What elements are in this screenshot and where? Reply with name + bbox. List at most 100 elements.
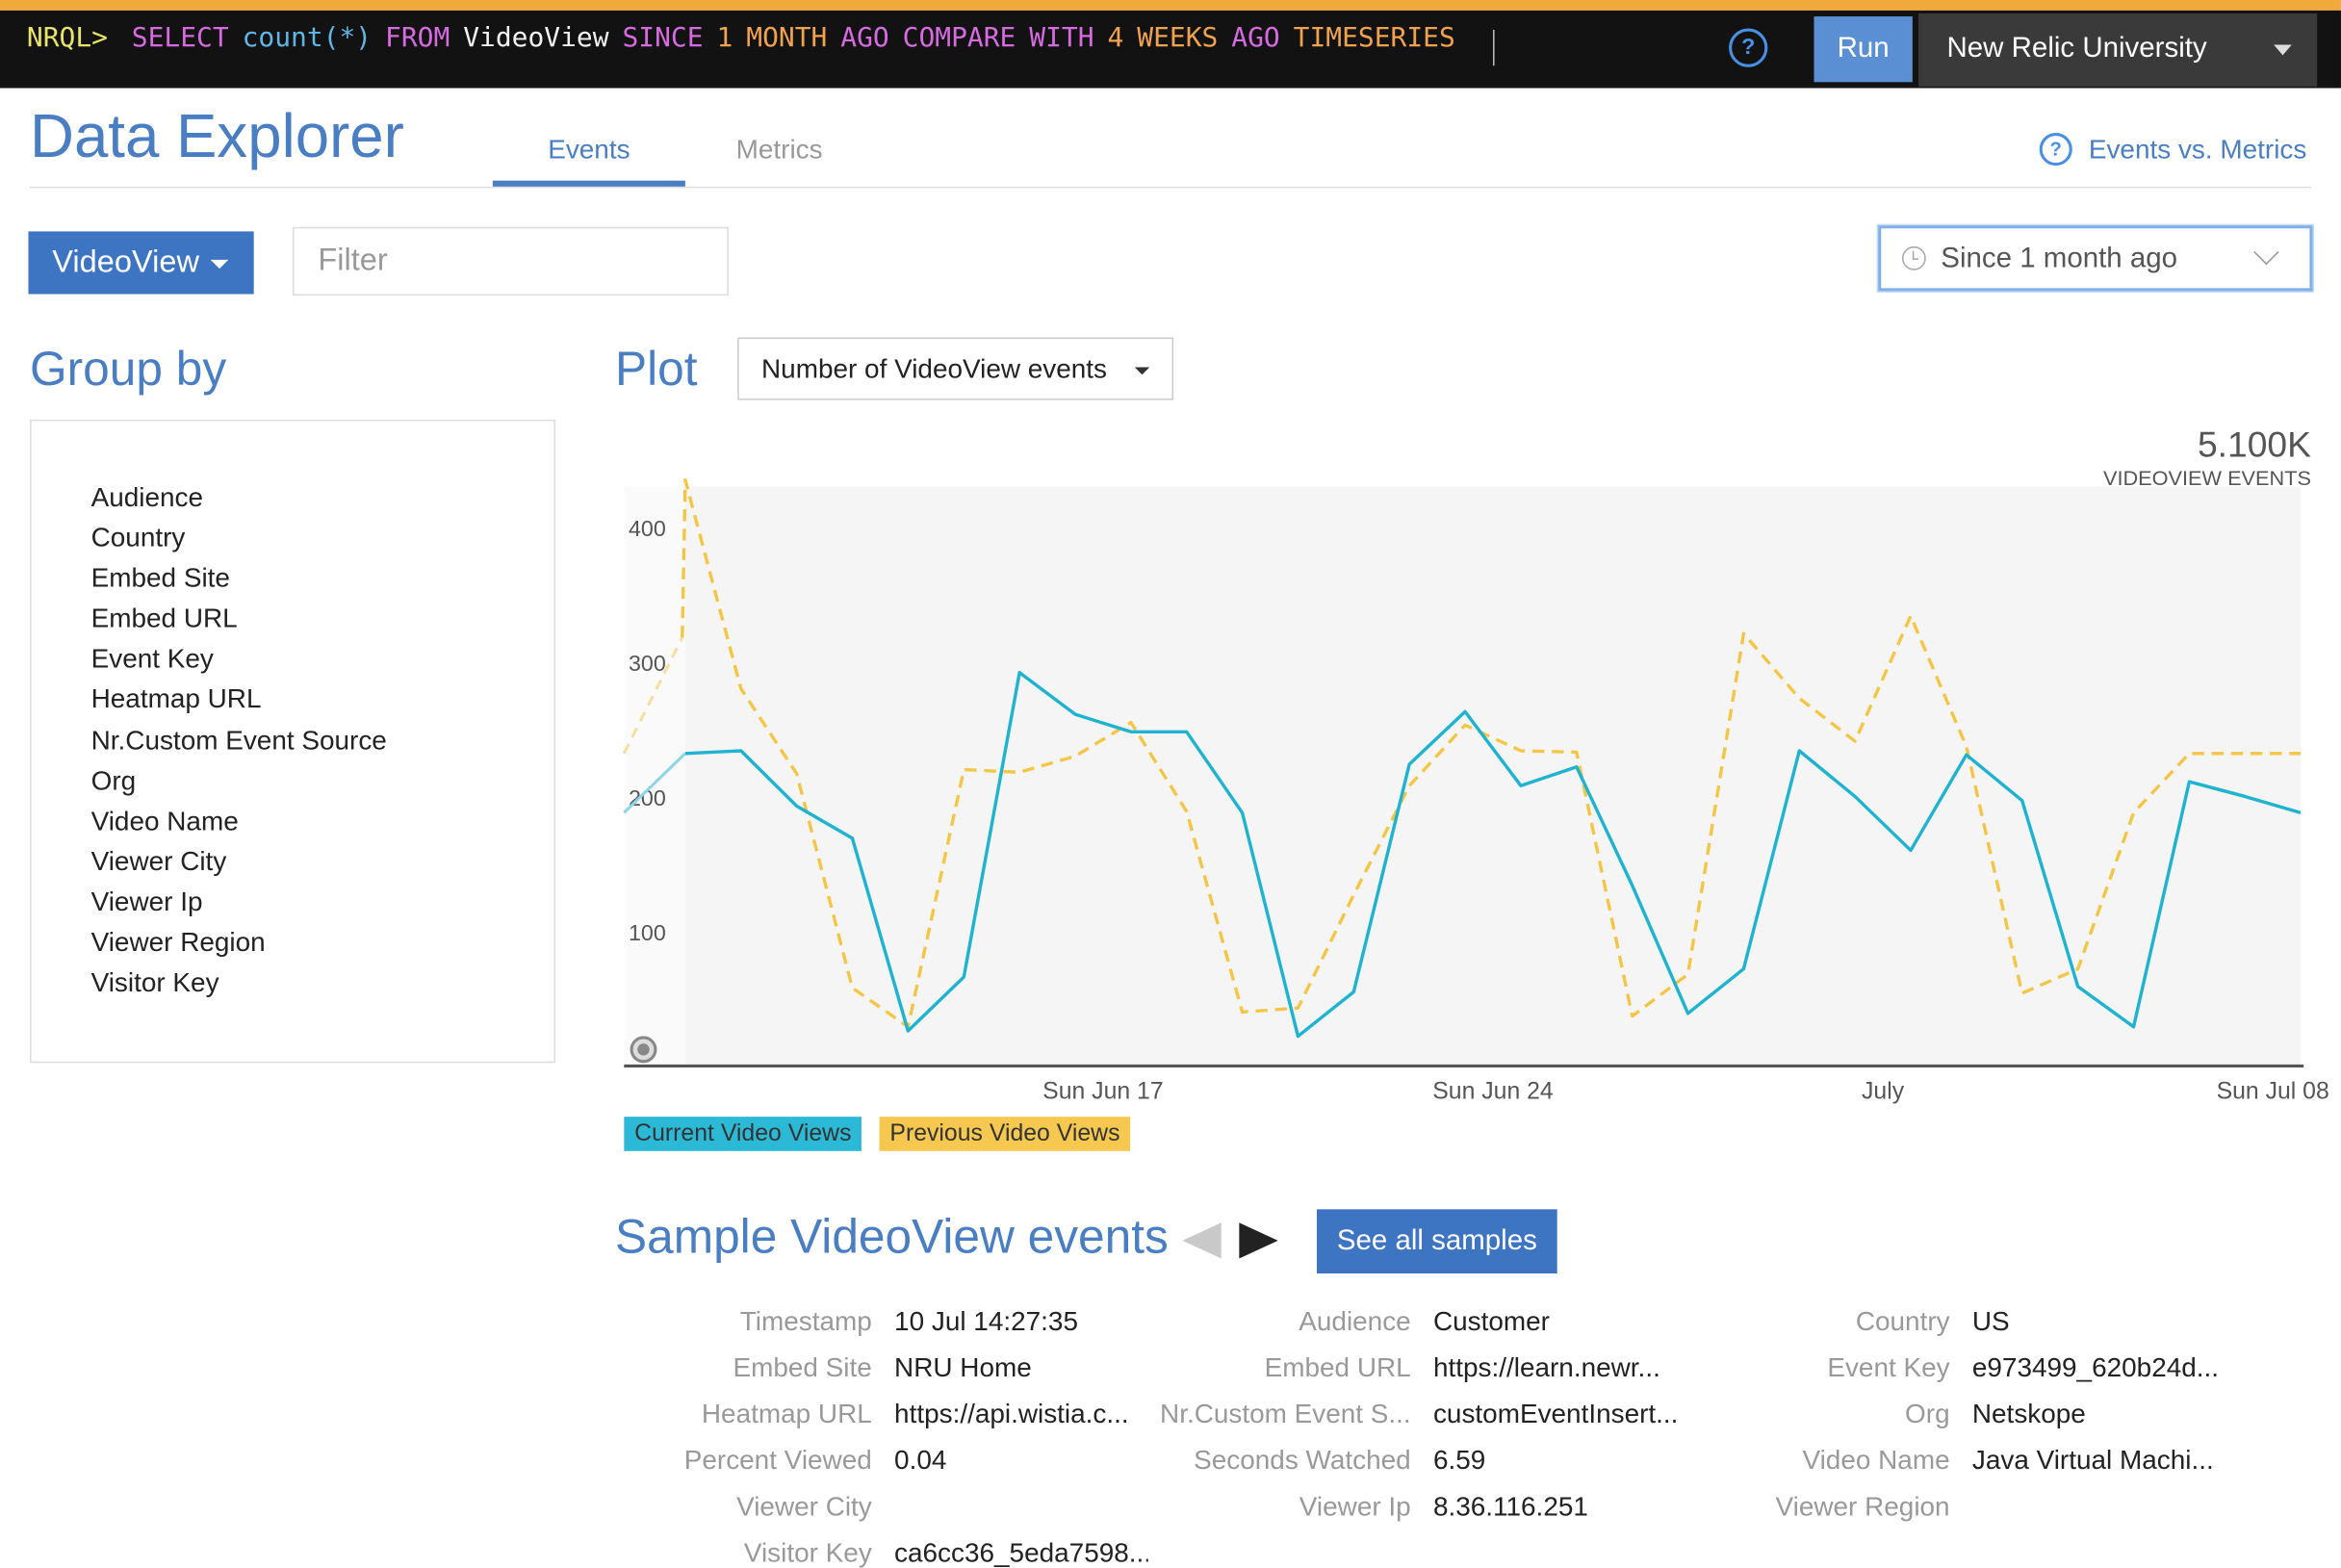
group-by-item[interactable]: Embed Site — [91, 561, 387, 602]
x-tick-label: July — [1862, 1079, 1905, 1105]
nrql-token: FROM — [385, 22, 450, 54]
y-tick-label: 100 — [629, 920, 666, 945]
nrql-prompt: NRQL> — [26, 22, 108, 54]
events-vs-metrics-link[interactable]: Events vs. Metrics — [2089, 135, 2306, 167]
total-events-label: VIDEOVIEW EVENTS — [2102, 465, 2311, 490]
next-sample-arrow-icon[interactable] — [1239, 1222, 1278, 1259]
sample-field-label: Timestamp — [739, 1306, 872, 1337]
filter-input[interactable] — [292, 226, 729, 296]
previous-series-lead-in — [622, 636, 684, 755]
see-all-samples-button[interactable]: See all samples — [1316, 1209, 1557, 1274]
group-by-item[interactable]: Video Name — [91, 805, 387, 845]
time-range-label: Since 1 month ago — [1941, 243, 2178, 275]
group-by-item[interactable]: Viewer Region — [91, 926, 387, 966]
group-by-item[interactable]: Embed URL — [91, 602, 387, 642]
sample-field-value: ca6cc36_5eda7598... — [894, 1537, 1148, 1568]
nrql-token: 1 — [716, 22, 733, 54]
nrql-token: 4 — [1107, 22, 1124, 54]
current-series-lead-in — [623, 752, 686, 814]
total-events-value: 5.100K — [2197, 425, 2311, 466]
nrql-token: WEEKS — [1137, 22, 1219, 54]
current-series-line — [684, 671, 2302, 1039]
previous-sample-arrow-icon[interactable] — [1182, 1222, 1222, 1259]
caret-down-icon — [1134, 367, 1150, 375]
sample-field-label: Percent Viewed — [683, 1445, 872, 1476]
legend-previous[interactable]: Previous Video Views — [879, 1117, 1131, 1151]
sample-field-value: 8.36.116.251 — [1432, 1491, 1588, 1522]
nrql-query-text: SELECT count(*) FROM VideoView SINCE 1 MONTH AG… — [132, 22, 1469, 54]
group-by-item[interactable]: Heatmap URL — [91, 683, 387, 724]
nrql-token: AGO — [840, 22, 889, 54]
group-by-item[interactable]: Visitor Key — [91, 966, 387, 1007]
y-tick-label: 200 — [629, 785, 666, 810]
sample-field-label: Embed Site — [733, 1352, 872, 1383]
sample-field-label: Viewer City — [736, 1491, 872, 1522]
nrql-token: VideoView — [463, 22, 609, 54]
plot-metric-dropdown[interactable]: Number of VideoView events — [737, 337, 1174, 400]
x-tick-label: Sun Jun 17 — [1042, 1079, 1163, 1105]
sample-field-label: Event Key — [1827, 1352, 1950, 1383]
group-by-panel: Audience Country Embed Site Embed URL Ev… — [30, 419, 555, 1064]
sample-field-label: Audience — [1299, 1306, 1411, 1337]
nrql-token: SINCE — [622, 22, 704, 54]
group-by-item[interactable]: Audience — [91, 480, 387, 521]
y-tick-label: 400 — [629, 516, 666, 541]
nrql-token: count(*) — [242, 22, 373, 54]
sample-field-value: e973499_620b24d... — [1971, 1352, 2220, 1383]
group-by-list: Audience Country Embed Site Embed URL Ev… — [91, 480, 387, 1006]
chart-reset-handle-dot — [637, 1043, 650, 1056]
caret-down-icon — [210, 259, 229, 270]
tab-metrics[interactable]: Metrics — [736, 135, 823, 167]
sample-field-value: customEventInsert... — [1432, 1399, 1679, 1429]
question-circle-icon[interactable]: ? — [2039, 133, 2072, 167]
sample-field-label: Viewer Ip — [1299, 1491, 1411, 1522]
question-circle-icon[interactable]: ? — [1729, 28, 1768, 67]
top-accent-strip — [0, 0, 2341, 11]
time-range-picker[interactable]: Since 1 month ago — [1878, 225, 2313, 292]
sample-field-value: https://learn.newr... — [1432, 1352, 1660, 1383]
event-type-dropdown[interactable]: VideoView — [28, 231, 254, 295]
sample-field-value: 6.59 — [1432, 1445, 1486, 1476]
sample-field-label: Heatmap URL — [701, 1399, 872, 1429]
sample-field-value: NRU Home — [894, 1352, 1032, 1383]
y-tick-label: 300 — [629, 651, 666, 676]
plot-metric-label: Number of VideoView events — [761, 353, 1108, 384]
previous-series-line — [681, 477, 2302, 1029]
group-by-item[interactable]: Viewer City — [91, 845, 387, 886]
caret-down-icon — [2274, 44, 2292, 56]
nrql-token: COMPARE — [902, 22, 1016, 54]
event-type-label: VideoView — [52, 244, 200, 280]
nrql-token: TIMESERIES — [1293, 22, 1455, 54]
account-selector[interactable]: New Relic University — [1918, 13, 2318, 87]
plot-area-margin — [624, 486, 685, 1067]
sample-field-value: 10 Jul 14:27:35 — [894, 1306, 1078, 1337]
sample-field-label: Video Name — [1802, 1445, 1950, 1476]
sample-field-label: Viewer Region — [1775, 1491, 1950, 1522]
sample-field-label: Nr.Custom Event S... — [1160, 1399, 1411, 1429]
text-cursor — [1493, 30, 1495, 66]
group-by-item[interactable]: Nr.Custom Event Source — [91, 724, 387, 764]
nrql-token: WITH — [1029, 22, 1094, 54]
group-by-item[interactable]: Country — [91, 521, 387, 561]
sample-field-label: Embed URL — [1264, 1352, 1411, 1383]
group-by-item[interactable]: Event Key — [91, 643, 387, 683]
sample-field-value: Netskope — [1971, 1399, 2086, 1429]
group-by-item[interactable]: Org — [91, 764, 387, 805]
chevron-down-icon — [2253, 239, 2279, 266]
tab-events[interactable]: Events — [493, 135, 685, 167]
sample-field-label: Visitor Key — [743, 1537, 872, 1568]
page-title: Data Explorer — [30, 101, 404, 170]
legend-current[interactable]: Current Video Views — [624, 1117, 862, 1151]
chart-reset-handle-icon — [630, 1036, 657, 1064]
nrql-query-input[interactable]: NRQL> SELECT count(*) FROM VideoView SINCE 1 MO… — [27, 21, 1699, 57]
plot-title: Plot — [615, 342, 698, 397]
group-by-item[interactable]: Viewer Ip — [91, 886, 387, 926]
sample-field-label: Country — [1855, 1306, 1950, 1337]
sample-field-value: US — [1971, 1306, 2010, 1337]
plot-area — [684, 486, 2302, 1067]
run-button[interactable]: Run — [1814, 16, 1913, 83]
header-divider — [30, 186, 2311, 189]
nrql-token: MONTH — [746, 22, 828, 54]
samples-title: Sample VideoView events — [615, 1209, 1169, 1264]
sample-field-label: Seconds Watched — [1194, 1445, 1411, 1476]
